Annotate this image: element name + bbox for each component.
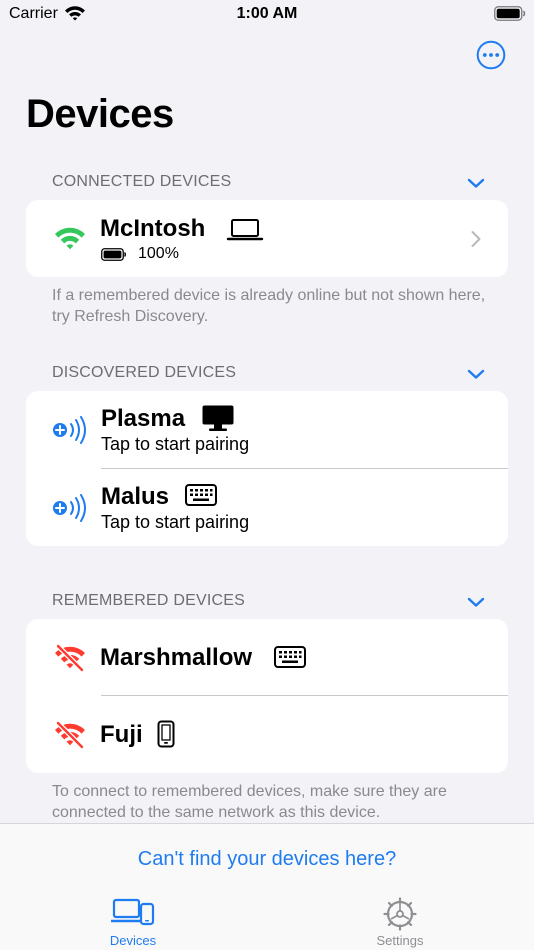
device-row-malus[interactable]: Malus Tap to start pairing bbox=[26, 469, 508, 546]
device-name: Fuji bbox=[100, 721, 143, 748]
device-row-mcintosh[interactable]: McIntosh 100% bbox=[26, 200, 508, 277]
wifi-off-icon bbox=[55, 644, 85, 672]
pairing-hint: Tap to start pairing bbox=[101, 512, 250, 532]
battery-icon bbox=[101, 248, 126, 261]
more-options-button[interactable] bbox=[476, 40, 506, 70]
page-title: Devices bbox=[26, 92, 174, 136]
chevron-down-icon[interactable] bbox=[467, 177, 485, 189]
device-row-fuji[interactable]: Fuji bbox=[26, 696, 508, 773]
wifi-icon bbox=[55, 227, 85, 250]
device-row-plasma[interactable]: Plasma Tap to start pairing bbox=[26, 391, 508, 468]
keyboard-icon bbox=[274, 646, 306, 668]
ellipsis-circle-icon bbox=[476, 40, 506, 70]
phone-icon bbox=[157, 720, 175, 748]
keyboard-icon bbox=[185, 484, 217, 506]
bottom-bar: Can't find your devices here? Devices Se… bbox=[0, 823, 534, 950]
devices-icon bbox=[111, 898, 155, 926]
tab-label: Devices bbox=[109, 933, 157, 948]
cant-find-devices-link[interactable]: Can't find your devices here? bbox=[0, 848, 534, 871]
tab-settings[interactable]: Settings bbox=[330, 892, 470, 950]
pairing-hint: Tap to start pairing bbox=[101, 434, 250, 454]
device-name: Plasma bbox=[101, 405, 186, 432]
tab-devices[interactable]: Devices bbox=[63, 892, 203, 950]
clock: 1:00 AM bbox=[236, 5, 298, 22]
device-name: McIntosh bbox=[100, 215, 206, 242]
status-bar: Carrier 1:00 AM bbox=[0, 0, 534, 30]
remembered-footnote: To connect to remembered devices, make s… bbox=[52, 783, 447, 821]
connected-footnote: If a remembered device is already online… bbox=[52, 287, 486, 325]
chevron-down-icon[interactable] bbox=[467, 596, 485, 608]
discovered-devices-card: Plasma Tap to start pairing Malus Tap to… bbox=[26, 391, 508, 546]
tab-label: Settings bbox=[376, 933, 424, 948]
settings-gear-icon bbox=[383, 897, 417, 931]
pair-icon bbox=[53, 494, 86, 522]
connected-devices-card: McIntosh 100% bbox=[26, 200, 508, 277]
device-row-marshmallow[interactable]: Marshmallow bbox=[26, 619, 508, 695]
laptop-icon bbox=[226, 219, 264, 241]
section-header-discovered: DISCOVERED DEVICES bbox=[52, 364, 237, 381]
status-battery-icon bbox=[494, 6, 526, 26]
section-header-remembered: REMEMBERED DEVICES bbox=[52, 592, 245, 609]
wifi-off-icon bbox=[55, 721, 85, 749]
battery-level: 100% bbox=[138, 245, 179, 262]
pair-icon bbox=[53, 416, 86, 444]
section-header-connected: CONNECTED DEVICES bbox=[52, 173, 232, 190]
devices-screen: Carrier 1:00 AM Devices CONNECTED DEVICE… bbox=[0, 0, 534, 950]
chevron-down-icon[interactable] bbox=[467, 368, 485, 380]
remembered-devices-card: Marshmallow Fuji bbox=[26, 619, 508, 773]
chevron-right-icon bbox=[471, 231, 481, 247]
device-name: Marshmallow bbox=[100, 644, 253, 671]
desktop-icon bbox=[202, 405, 234, 431]
device-name: Malus bbox=[101, 483, 170, 510]
